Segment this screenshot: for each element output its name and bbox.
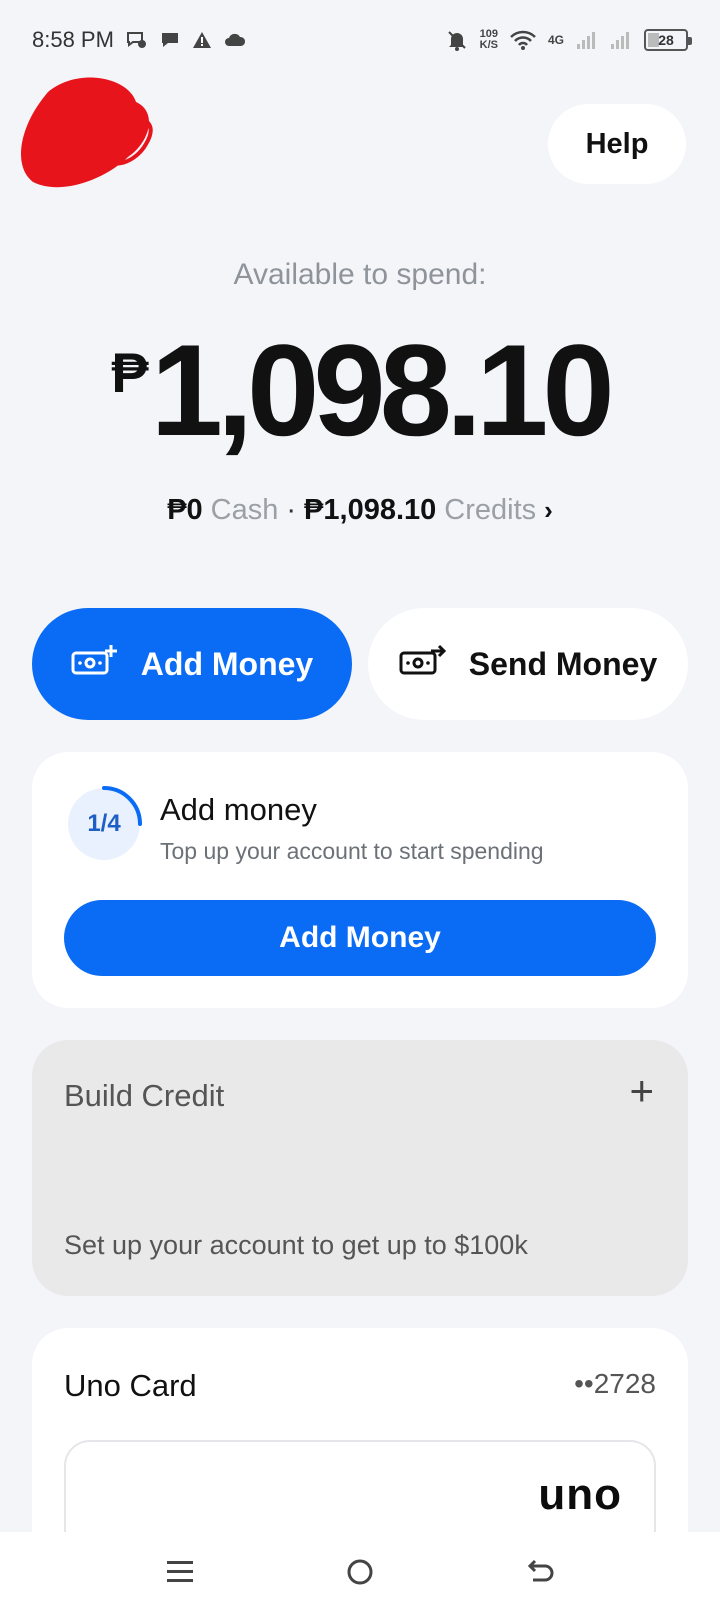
- credits-value: ₱1,098.10: [304, 494, 437, 526]
- net-speed-unit: K/S: [479, 39, 498, 51]
- send-money-label: Send Money: [468, 645, 658, 682]
- breakdown-separator: ·: [286, 494, 297, 526]
- uno-card-title: Uno Card: [64, 1368, 197, 1403]
- onboarding-card: 1/4 Add money Top up your account to sta…: [32, 752, 688, 1008]
- battery-level: 28: [658, 32, 674, 48]
- status-left: 8:58 PM: [32, 27, 246, 53]
- cash-send-icon: [399, 643, 447, 685]
- plus-icon[interactable]: +: [629, 1070, 654, 1112]
- back-nav-button[interactable]: [510, 1542, 570, 1602]
- home-nav-button[interactable]: [330, 1542, 390, 1602]
- status-right: 109 K/S 4G 28: [446, 29, 692, 51]
- battery-icon: 28: [644, 29, 692, 51]
- redacted-avatar-scribble: [18, 72, 158, 207]
- status-time: 8:58 PM: [32, 27, 114, 52]
- build-credit-card[interactable]: Build Credit + Set up your account to ge…: [32, 1040, 688, 1296]
- cash-label: Cash: [210, 494, 279, 526]
- signal-icon-secondary: [610, 30, 632, 50]
- message-app-icon: [126, 30, 148, 50]
- build-credit-subtitle: Set up your account to get up to $100k: [64, 1230, 528, 1260]
- balance-breakdown-link[interactable]: ₱0 Cash · ₱1,098.10 Credits ›: [0, 494, 720, 527]
- bell-muted-icon: [446, 29, 468, 51]
- wifi-icon: [510, 30, 536, 50]
- add-money-label: Add Money: [140, 645, 314, 682]
- help-button[interactable]: Help: [548, 104, 686, 184]
- status-bar: 8:58 PM 109 K/S 4G 28: [0, 0, 720, 80]
- cash-value: ₱0: [167, 494, 203, 526]
- balance-currency: ₱: [111, 341, 148, 404]
- cloud-icon: [224, 32, 246, 48]
- send-money-button[interactable]: Send Money: [368, 608, 688, 720]
- chevron-right-icon: ›: [544, 495, 553, 525]
- warning-icon: [192, 31, 212, 49]
- uno-logo: uno: [538, 1470, 622, 1519]
- onboarding-title: Add money: [160, 792, 317, 827]
- back-arrow-icon: [527, 1559, 554, 1582]
- cash-add-icon: [71, 643, 119, 685]
- chat-bubble-icon: [160, 31, 180, 49]
- signal-icon: [576, 30, 598, 50]
- progress-ring: 1/4: [64, 784, 144, 864]
- available-to-spend-label: Available to spend:: [233, 258, 487, 291]
- balance-amount: ₱ 1,098.10: [0, 317, 720, 463]
- onboarding-subtitle: Top up your account to start spending: [160, 838, 544, 864]
- network-type: 4G: [547, 33, 564, 47]
- system-nav-bar: [0, 1532, 720, 1612]
- home-circle-icon: [347, 1559, 373, 1585]
- balance-value: 1,098.10: [150, 317, 615, 463]
- menu-nav-button[interactable]: [150, 1542, 210, 1602]
- menu-icon: [167, 1561, 193, 1582]
- build-credit-title: Build Credit: [64, 1078, 225, 1113]
- onboarding-add-money-button[interactable]: Add Money: [64, 900, 656, 976]
- net-speed: 109 K/S: [480, 29, 498, 51]
- progress-text: 1/4: [87, 810, 121, 837]
- card-last4: ••2728: [574, 1368, 656, 1399]
- credits-label: Credits: [444, 494, 537, 526]
- add-money-button[interactable]: Add Money: [32, 608, 352, 720]
